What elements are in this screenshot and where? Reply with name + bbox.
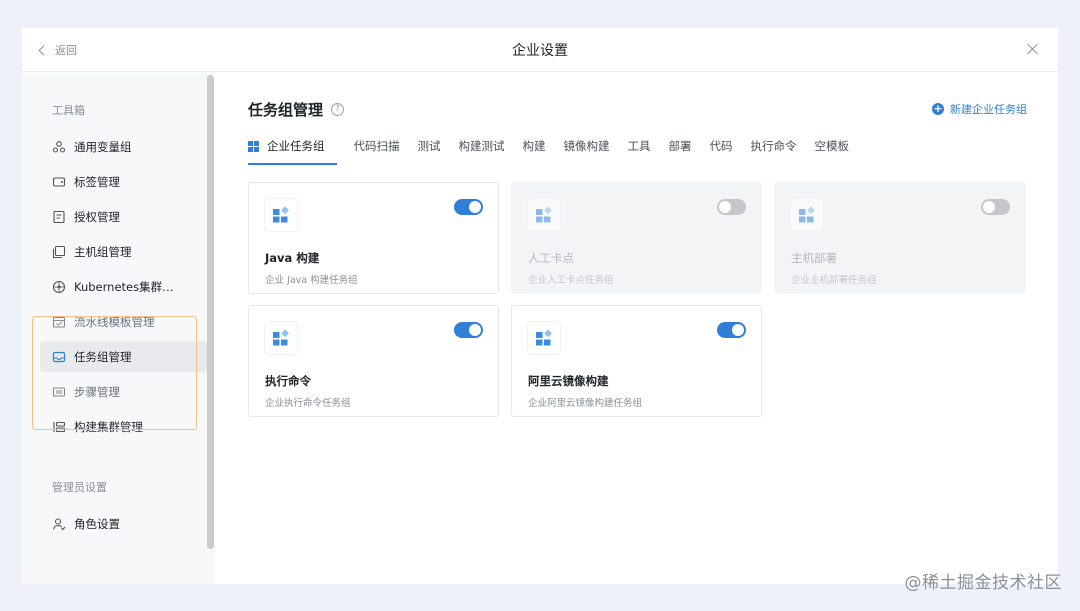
tag-icon: [52, 175, 66, 189]
page-title: 企业设置: [512, 42, 568, 59]
tab-label: 企业任务组: [267, 139, 325, 153]
card-title: 人工卡点: [528, 251, 574, 265]
task-group-card-icon: [265, 199, 297, 231]
sidebar-item-role[interactable]: 角色设置: [40, 508, 207, 539]
chevron-left-icon: [38, 45, 49, 55]
card-title: Java 构建: [265, 251, 320, 265]
host-group-icon: [52, 245, 66, 259]
tab-deploy[interactable]: 部署: [660, 127, 701, 165]
plus-circle-icon: +: [932, 102, 944, 115]
authorization-icon: [52, 210, 66, 224]
back-button[interactable]: 返回: [38, 28, 77, 72]
enable-toggle[interactable]: [454, 199, 483, 215]
grid-icon: [248, 140, 259, 152]
task-group-card-icon: [528, 322, 560, 354]
sidebar-item-variable-group[interactable]: 通用变量组: [40, 131, 207, 162]
task-group-card-icon: [528, 199, 560, 231]
sidebar-section-admin: 管理员设置: [52, 481, 107, 494]
card-description: 企业人工卡点任务组: [528, 275, 614, 286]
sidebar-item-label: 角色设置: [74, 516, 120, 531]
role-icon: [52, 517, 66, 531]
tab-code[interactable]: 代码: [701, 127, 742, 165]
sidebar-item-label: 通用变量组: [74, 139, 132, 154]
tab-run-command[interactable]: 执行命令: [742, 127, 806, 165]
tab-tools[interactable]: 工具: [619, 127, 660, 165]
card-description: 企业执行命令任务组: [265, 398, 351, 409]
task-group-card[interactable]: Java 构建 企业 Java 构建任务组: [248, 182, 499, 294]
top-bar: 返回 企业设置: [22, 28, 1058, 72]
close-icon[interactable]: [1026, 42, 1040, 56]
task-group-card[interactable]: 阿里云镜像构建 企业阿里云镜像构建任务组: [511, 305, 762, 417]
task-group-icon: [52, 350, 66, 364]
sidebar-item-label: Kubernetes集群…: [74, 279, 174, 294]
sidebar-section-toolbox: 工具箱: [52, 104, 85, 117]
content-area: 工具箱 通用变量组 标签管理 授权管理 主机组管理 Kubernetes集群… …: [22, 73, 1058, 584]
card-description: 企业主机部署任务组: [791, 275, 877, 286]
pipeline-template-icon: [52, 315, 66, 329]
sidebar-item-authorization[interactable]: 授权管理: [40, 201, 207, 232]
sidebar-item-host-group[interactable]: 主机组管理: [40, 236, 207, 267]
sidebar-scrollbar[interactable]: [207, 75, 214, 549]
sidebar-item-label: 授权管理: [74, 209, 120, 224]
sidebar-item-label: 构建集群管理: [74, 419, 143, 434]
step-icon: [52, 385, 66, 399]
sidebar: 工具箱 通用变量组 标签管理 授权管理 主机组管理 Kubernetes集群… …: [22, 73, 215, 584]
task-group-cards: Java 构建 企业 Java 构建任务组 人工卡点 企业人工卡点任务组 主机部…: [248, 182, 1027, 417]
section-title: 任务组管理: [248, 100, 324, 119]
tab-empty-template[interactable]: 空模板: [806, 127, 859, 165]
build-cluster-icon: [52, 420, 66, 434]
task-group-card[interactable]: 执行命令 企业执行命令任务组: [248, 305, 499, 417]
main-panel: 任务组管理 ? + 新建企业任务组 企业任务组 代码扫描 测试 构建测试 构建 …: [215, 73, 1058, 584]
category-tabs: 企业任务组 代码扫描 测试 构建测试 构建 镜像构建 工具 部署 代码 执行命令…: [248, 127, 1027, 165]
sidebar-item-label: 流水线模板管理: [74, 314, 155, 329]
sidebar-item-label: 步骤管理: [74, 384, 120, 399]
sidebar-item-kubernetes[interactable]: Kubernetes集群…: [40, 271, 207, 302]
sidebar-item-build-cluster[interactable]: 构建集群管理: [40, 411, 207, 442]
task-group-card[interactable]: 人工卡点 企业人工卡点任务组: [511, 182, 762, 294]
enable-toggle[interactable]: [981, 199, 1010, 215]
tab-image-build[interactable]: 镜像构建: [555, 127, 619, 165]
task-group-card-icon: [791, 199, 823, 231]
card-description: 企业阿里云镜像构建任务组: [528, 398, 643, 409]
enable-toggle[interactable]: [454, 322, 483, 338]
task-group-card-icon: [265, 322, 297, 354]
enable-toggle[interactable]: [717, 199, 746, 215]
sidebar-item-label: 任务组管理: [74, 349, 132, 364]
variable-group-icon: [52, 140, 66, 154]
sidebar-item-step[interactable]: 步骤管理: [40, 376, 207, 407]
card-title: 主机部署: [791, 251, 837, 265]
task-group-card[interactable]: 主机部署 企业主机部署任务组: [774, 182, 1026, 294]
enable-toggle[interactable]: [717, 322, 746, 338]
page-header: 任务组管理 ? + 新建企业任务组: [248, 95, 1027, 123]
sidebar-item-label: 标签管理: [74, 174, 120, 189]
tab-code-scan[interactable]: 代码扫描: [345, 127, 409, 165]
sidebar-item-tag[interactable]: 标签管理: [40, 166, 207, 197]
tab-build[interactable]: 构建: [514, 127, 555, 165]
sidebar-item-task-group[interactable]: 任务组管理: [40, 341, 207, 372]
tab-test[interactable]: 测试: [409, 127, 450, 165]
settings-window: 返回 企业设置 工具箱 通用变量组 标签管理 授权管理 主机组管理 Kubern…: [22, 28, 1058, 584]
tab-enterprise-task-group[interactable]: 企业任务组: [248, 127, 337, 165]
tab-build-test[interactable]: 构建测试: [450, 127, 514, 165]
help-icon[interactable]: ?: [331, 102, 345, 116]
card-title: 执行命令: [265, 374, 311, 388]
new-task-group-button[interactable]: + 新建企业任务组: [932, 101, 1027, 117]
card-title: 阿里云镜像构建: [528, 374, 609, 388]
sidebar-item-pipeline-template[interactable]: 流水线模板管理: [40, 306, 207, 337]
card-description: 企业 Java 构建任务组: [265, 275, 358, 286]
sidebar-item-label: 主机组管理: [74, 244, 132, 259]
new-task-group-label: 新建企业任务组: [950, 103, 1027, 116]
kubernetes-icon: [52, 280, 66, 294]
back-label: 返回: [55, 44, 77, 57]
watermark: @稀土掘金技术社区: [904, 573, 1062, 593]
